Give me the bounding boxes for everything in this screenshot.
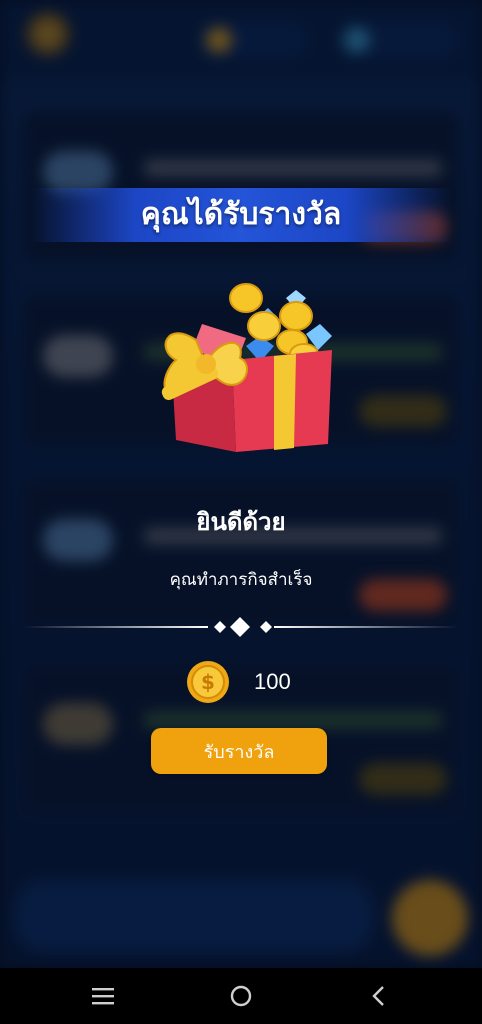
claim-reward-button[interactable]: รับรางวัล: [151, 728, 327, 774]
system-navigation-bar: [0, 968, 482, 1024]
decorative-divider: [24, 617, 458, 637]
congrats-text: ยินดีด้วย: [196, 508, 286, 536]
mission-complete-text: คุณทำภารกิจสำเร็จ: [169, 570, 313, 590]
dim-overlay: [0, 0, 482, 968]
dollar-coin-icon: $: [187, 661, 229, 703]
home-icon[interactable]: [226, 982, 256, 1010]
back-icon[interactable]: [364, 982, 394, 1010]
menu-icon[interactable]: [88, 982, 118, 1010]
svg-text:$: $: [201, 670, 215, 694]
reward-amount: 100: [254, 669, 291, 694]
title-banner: คุณได้รับรางวัล: [30, 188, 452, 242]
dialog-title: คุณได้รับรางวัล: [140, 197, 342, 232]
gift-box-icon: [161, 283, 332, 452]
